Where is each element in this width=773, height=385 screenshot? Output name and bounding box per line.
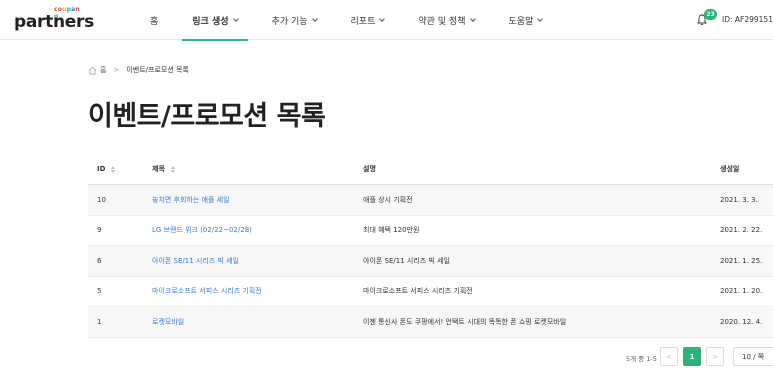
cell-id-cell: 10 bbox=[88, 196, 152, 204]
cell-date-cell: 2020. 12. 4. bbox=[720, 318, 773, 326]
nav-item-4[interactable]: 약관 및 정책 bbox=[408, 0, 484, 40]
pagination-total: 5개 중 1-5 bbox=[626, 355, 657, 363]
page-size-select[interactable]: 10 / 쪽 bbox=[733, 347, 773, 366]
column-header-title[interactable]: 제목 bbox=[152, 164, 363, 174]
nav-item-label: 리포트 bbox=[350, 16, 376, 27]
cell-id: 10 bbox=[97, 195, 106, 204]
nav-item-3[interactable]: 리포트 bbox=[341, 0, 395, 40]
cell-date: 2021. 2. 22. bbox=[720, 226, 763, 235]
table-body: 10 놓치면 후회하는 애플 세일 애플 상시 기획전 2021. 3. 3. 9 LG … bbox=[88, 185, 773, 338]
sort-icon[interactable] bbox=[170, 165, 175, 173]
page-title: 이벤트/프로모션 목록 bbox=[88, 101, 326, 132]
cell-date-cell: 2021. 2. 22. bbox=[720, 226, 773, 234]
home-icon[interactable] bbox=[88, 66, 97, 75]
column-header-date: 생성일 bbox=[720, 165, 740, 173]
breadcrumb-separator: > bbox=[113, 66, 120, 74]
main-nav: 홈 링크 생성 추가 기능 리포트 약관 및 정책 도움말 bbox=[140, 0, 566, 41]
table-row: 10 놓치면 후회하는 애플 세일 애플 상시 기획전 2021. 3. 3. bbox=[88, 185, 773, 216]
nav-item-0[interactable]: 홈 bbox=[140, 0, 168, 40]
cell-description: 아이폰 SE/11 시리즈 빅 세일 bbox=[363, 256, 450, 265]
cell-id-cell: 5 bbox=[88, 287, 152, 295]
cell-id: 1 bbox=[97, 317, 102, 326]
table-row: 5 마이크로소프트 서피스 시리즈 기획전 마이크로소프트 서피스 시리즈 기획전 2… bbox=[88, 277, 773, 307]
nav-item-label: 도움말 bbox=[508, 16, 534, 27]
cell-title-link[interactable]: LG 브랜드 위크 (02/22~02/28) bbox=[152, 225, 252, 235]
cell-title-link[interactable]: 마이크로소프트 서피스 시리즈 기획전 bbox=[152, 286, 262, 296]
cell-date-cell: 2021. 1. 20. bbox=[720, 287, 773, 295]
column-header-id-label: ID bbox=[97, 165, 106, 173]
cell-title-link-cell: 아이폰 SE/11 시리즈 빅 세일 bbox=[152, 256, 363, 266]
cell-description: 마이크로소프트 서피스 시리즈 기획전 bbox=[363, 287, 473, 296]
cell-description-cell: 최대 혜택 120만원 bbox=[363, 225, 720, 235]
logo-partners-text: partners bbox=[14, 12, 94, 32]
cell-description: 최대 혜택 120만원 bbox=[363, 226, 420, 235]
column-header-title-label: 제목 bbox=[152, 165, 165, 173]
cell-title-link-cell: 로켓모바일 bbox=[152, 317, 363, 327]
cell-id-cell: 6 bbox=[88, 257, 152, 265]
cell-description: 애플 상시 기획전 bbox=[363, 195, 413, 204]
cell-title-link-cell: 놓치면 후회하는 애플 세일 bbox=[152, 195, 363, 205]
cell-description: 이젠 통신사 폰도 쿠팡에서! 언택트 시대의 똑똑한 폰 쇼핑 로켓모바일 bbox=[363, 317, 567, 326]
cell-title-link-cell: 마이크로소프트 서피스 시리즈 기획전 bbox=[152, 286, 363, 296]
cell-title-link[interactable]: 놓치면 후회하는 애플 세일 bbox=[152, 195, 230, 205]
chevron-down-icon bbox=[232, 15, 239, 22]
chevron-down-icon bbox=[537, 15, 544, 22]
cell-date: 2021. 1. 25. bbox=[720, 256, 763, 265]
table-row: 6 아이폰 SE/11 시리즈 빅 세일 아이폰 SE/11 시리즈 빅 세일 202… bbox=[88, 246, 773, 277]
cell-id: 9 bbox=[97, 226, 102, 235]
event-table: ID 제목 설명 생성일 10 놓치면 후회하는 애플 세일 애플 상시 기획전 20… bbox=[88, 154, 773, 338]
cell-date: 2020. 12. 4. bbox=[720, 317, 763, 326]
column-header-id[interactable]: ID bbox=[88, 165, 152, 173]
breadcrumb-home[interactable]: 홈 bbox=[100, 65, 106, 75]
nav-item-label: 링크 생성 bbox=[192, 16, 229, 27]
cell-date: 2021. 3. 3. bbox=[720, 195, 758, 204]
table-row: 9 LG 브랜드 위크 (02/22~02/28) 최대 혜택 120만원 2021.… bbox=[88, 216, 773, 246]
cell-id: 6 bbox=[97, 256, 102, 265]
cell-title-link[interactable]: 아이폰 SE/11 시리즈 빅 세일 bbox=[152, 256, 239, 266]
cell-title-link-cell: LG 브랜드 위크 (02/22~02/28) bbox=[152, 225, 363, 235]
nav-item-label: 약관 및 정책 bbox=[418, 16, 466, 27]
prev-page-button[interactable]: < bbox=[660, 347, 678, 366]
nav-item-1[interactable]: 링크 생성 bbox=[182, 0, 248, 41]
cell-title-link[interactable]: 로켓모바일 bbox=[152, 317, 184, 327]
cell-description-cell: 이젠 통신사 폰도 쿠팡에서! 언택트 시대의 똑똑한 폰 쇼핑 로켓모바일 bbox=[363, 317, 720, 327]
cell-date: 2021. 1. 20. bbox=[720, 287, 763, 296]
table-row: 1 로켓모바일 이젠 통신사 폰도 쿠팡에서! 언택트 시대의 똑똑한 폰 쇼핑 로… bbox=[88, 307, 773, 338]
sort-icon[interactable] bbox=[111, 165, 116, 173]
breadcrumb: 홈 > 이벤트/프로모션 목록 bbox=[88, 65, 189, 75]
cell-id-cell: 1 bbox=[88, 318, 152, 326]
cell-description-cell: 아이폰 SE/11 시리즈 빅 세일 bbox=[363, 256, 720, 266]
next-page-button[interactable]: > bbox=[706, 347, 724, 366]
column-header-description: 설명 bbox=[363, 165, 376, 173]
notification-badge: 23 bbox=[704, 9, 717, 20]
cell-id-cell: 9 bbox=[88, 226, 152, 234]
chevron-down-icon bbox=[379, 15, 386, 22]
chevron-down-icon bbox=[311, 15, 318, 22]
cell-date-cell: 2021. 3. 3. bbox=[720, 196, 773, 204]
nav-item-label: 홈 bbox=[150, 16, 159, 27]
user-id[interactable]: ID: AF2991516 bbox=[722, 15, 773, 24]
cell-description-cell: 애플 상시 기획전 bbox=[363, 195, 720, 205]
cell-description-cell: 마이크로소프트 서피스 시리즈 기획전 bbox=[363, 286, 720, 296]
cell-date-cell: 2021. 1. 25. bbox=[720, 257, 773, 265]
nav-item-label: 추가 기능 bbox=[271, 16, 308, 27]
table-header: ID 제목 설명 생성일 bbox=[88, 154, 773, 185]
chevron-down-icon bbox=[469, 15, 476, 22]
coupang-partners-logo[interactable]: coupang partners bbox=[14, 6, 94, 34]
cell-id: 5 bbox=[97, 287, 102, 296]
nav-item-2[interactable]: 추가 기능 bbox=[262, 0, 327, 40]
page-button-current[interactable]: 1 bbox=[683, 347, 701, 366]
breadcrumb-current: 이벤트/프로모션 목록 bbox=[126, 66, 189, 74]
top-header: coupang partners 홈 링크 생성 추가 기능 리포트 약관 및 정책 도움… bbox=[0, 0, 773, 41]
nav-item-5[interactable]: 도움말 bbox=[499, 0, 553, 40]
